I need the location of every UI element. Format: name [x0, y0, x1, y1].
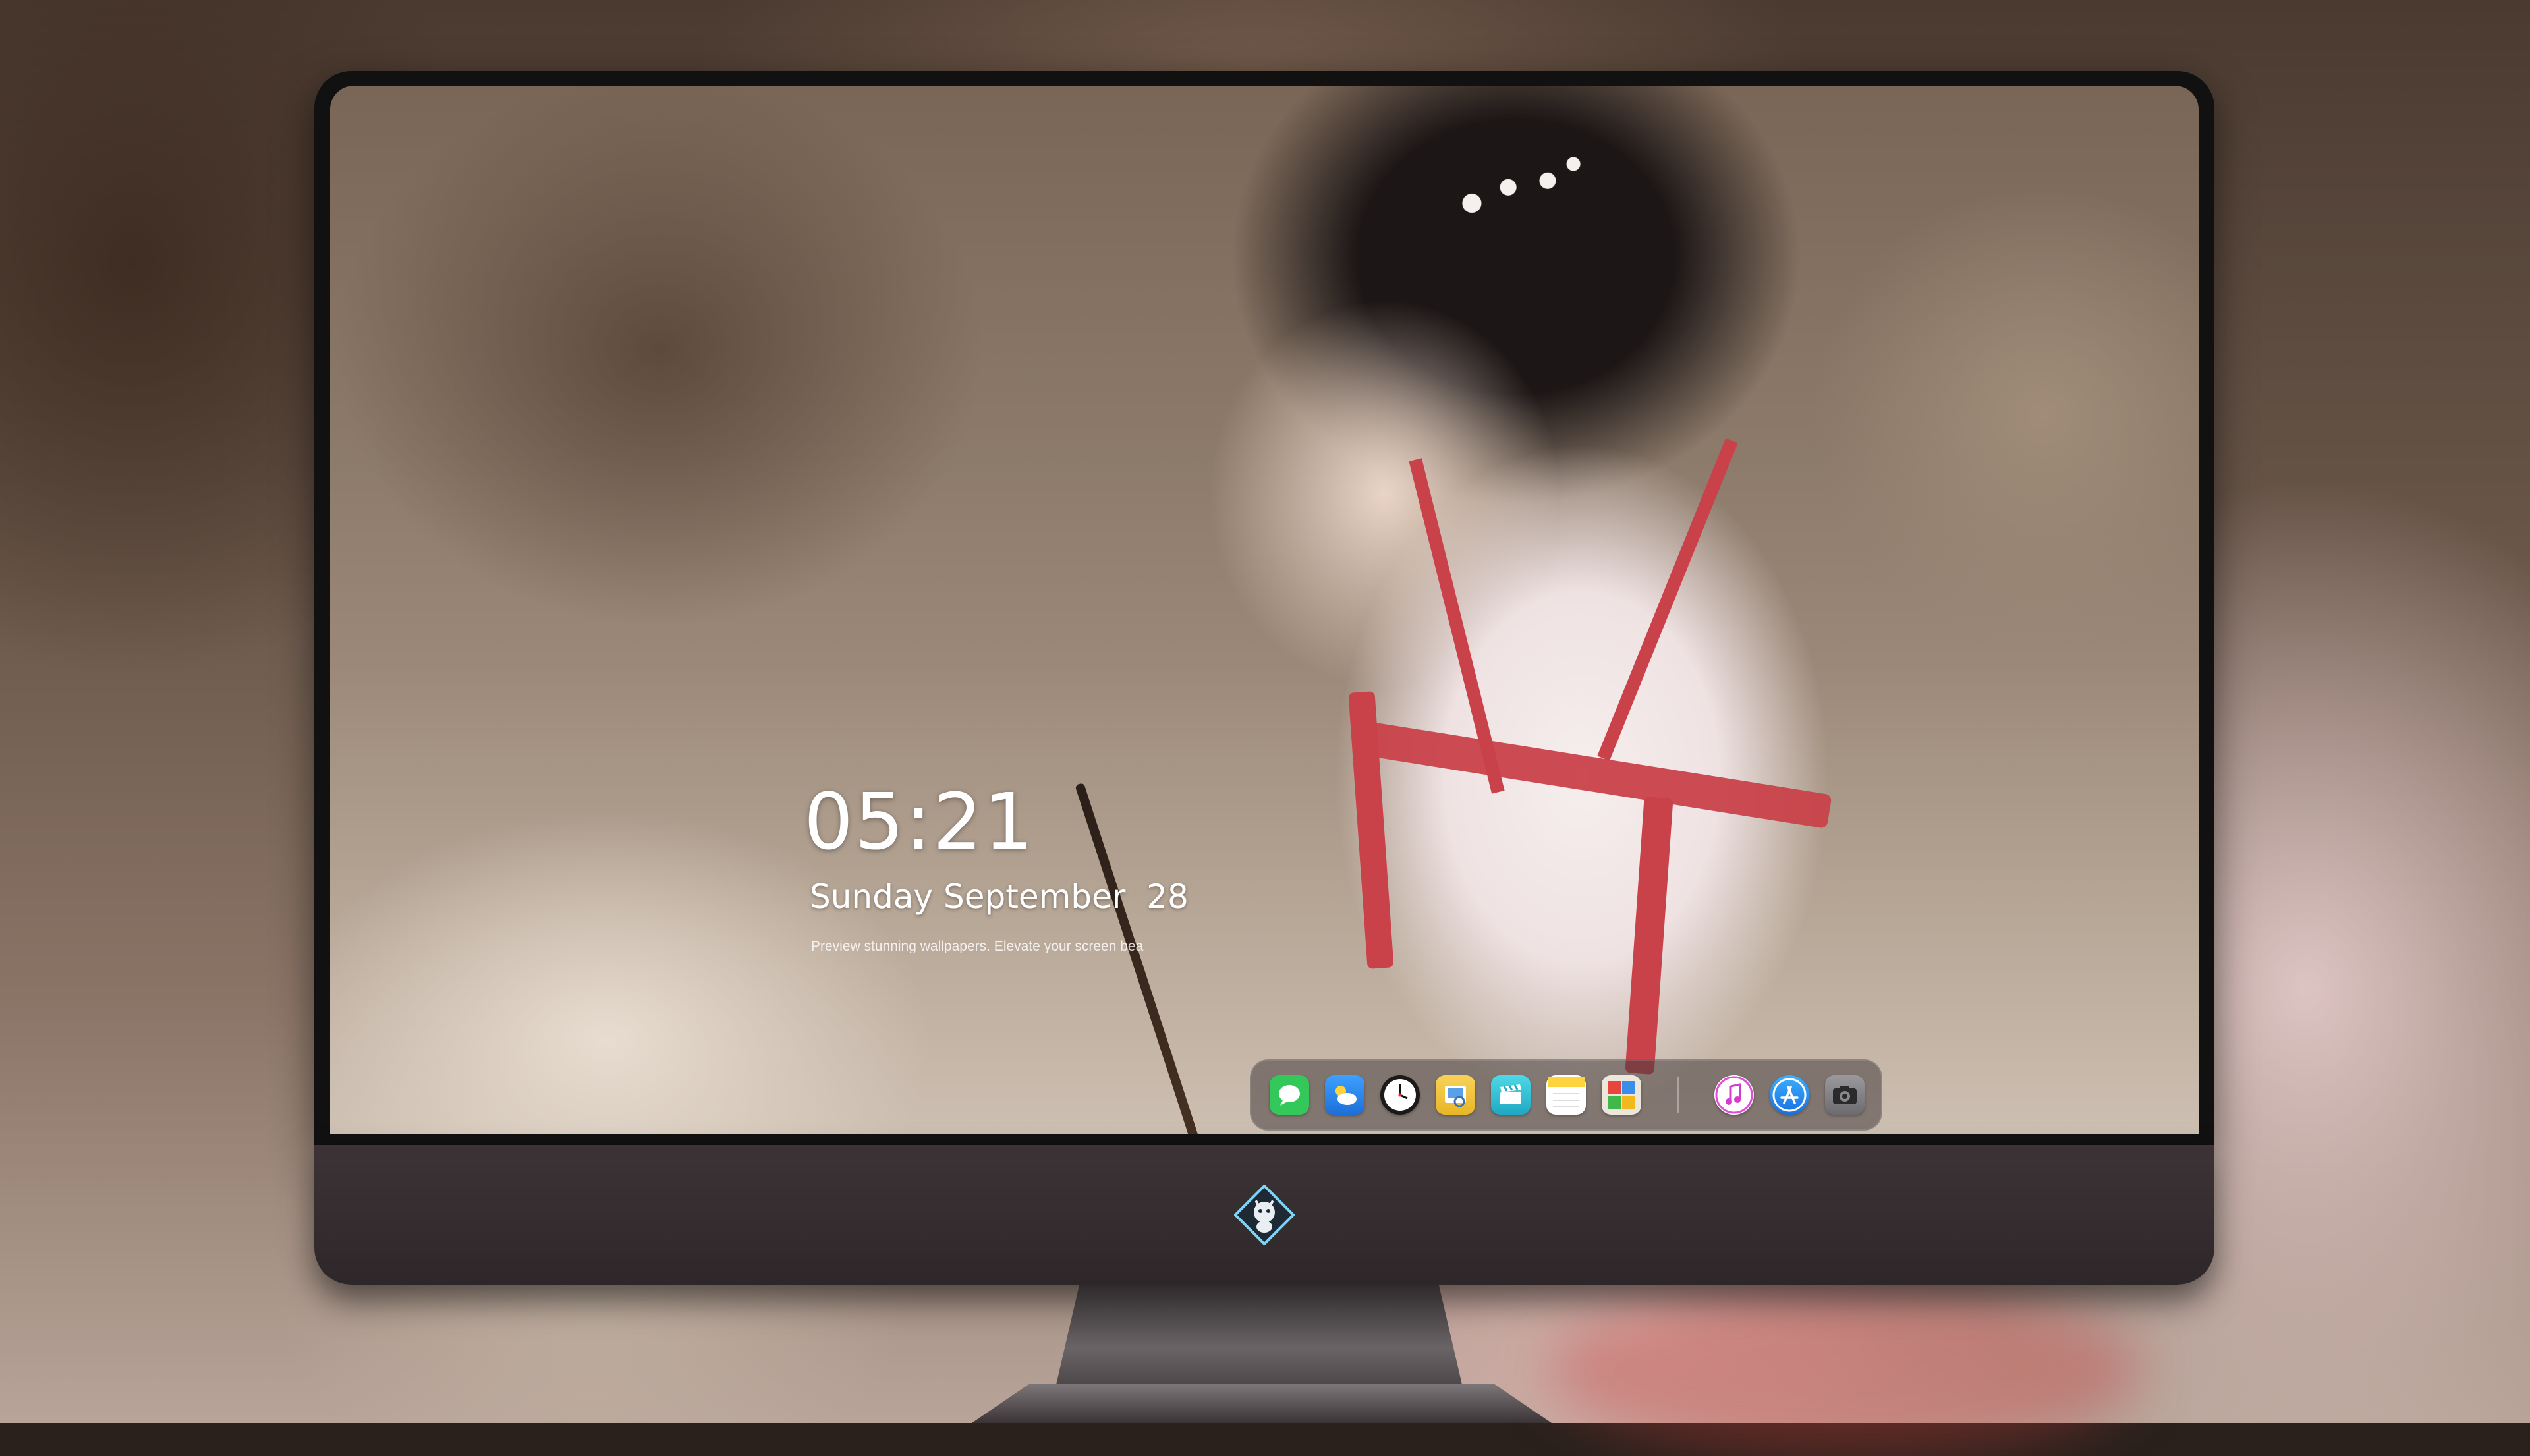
monitor: 05:21 Sunday September 28 Preview stunni…: [314, 71, 2214, 1285]
dragon-logo-icon: [1234, 1185, 1295, 1245]
wallpaper-screen: [330, 86, 2199, 1134]
wallpaper-brush: [1075, 782, 1218, 1134]
dock-app-messages[interactable]: [1270, 1075, 1309, 1115]
dock-app-notes[interactable]: [1546, 1075, 1586, 1115]
dock-app-camera[interactable]: [1825, 1075, 1865, 1115]
wallpaper-sash-band: [1358, 721, 1832, 829]
notes-icon: [1548, 1077, 1585, 1107]
clock-icon: [1384, 1079, 1416, 1111]
weather-icon: [1335, 1086, 1357, 1105]
preview-icon: [1445, 1086, 1466, 1107]
wallpaper-hair-ornament: [1409, 142, 1610, 240]
clips-icon: [1500, 1084, 1521, 1104]
appstore-icon: [1772, 1078, 1807, 1112]
lockscreen-tagline: Preview stunning wallpapers. Elevate you…: [811, 939, 1144, 953]
dock: [1250, 1059, 1882, 1131]
dock-app-music[interactable]: [1714, 1075, 1754, 1115]
lockscreen-time: 05:21: [804, 776, 1035, 867]
camera-icon: [1833, 1086, 1857, 1104]
dock-separator: [1677, 1077, 1679, 1113]
photobooth-icon: [1608, 1081, 1635, 1109]
monitor-bezel: 05:21 Sunday September 28 Preview stunni…: [314, 71, 2214, 1145]
wallpaper-collar-right: [1597, 438, 1738, 761]
blurred-background-accent: [1548, 1285, 2141, 1456]
monitor-stand-neck: [1055, 1285, 1463, 1390]
dock-app-clips[interactable]: [1491, 1075, 1531, 1115]
dock-app-photobooth[interactable]: [1602, 1075, 1641, 1115]
lockscreen-date: Sunday September 28: [810, 878, 1189, 916]
monitor-chin: [314, 1145, 2214, 1285]
music-icon: [1715, 1076, 1753, 1114]
dock-app-weather[interactable]: [1325, 1075, 1364, 1115]
wallpaper-sash-right: [1625, 796, 1673, 1075]
dock-app-appstore[interactable]: [1770, 1075, 1809, 1115]
dock-app-preview[interactable]: [1436, 1075, 1475, 1115]
dock-app-clock[interactable]: [1380, 1075, 1420, 1115]
messages-icon: [1279, 1085, 1300, 1106]
monitor-stand-foot: [972, 1384, 1552, 1423]
